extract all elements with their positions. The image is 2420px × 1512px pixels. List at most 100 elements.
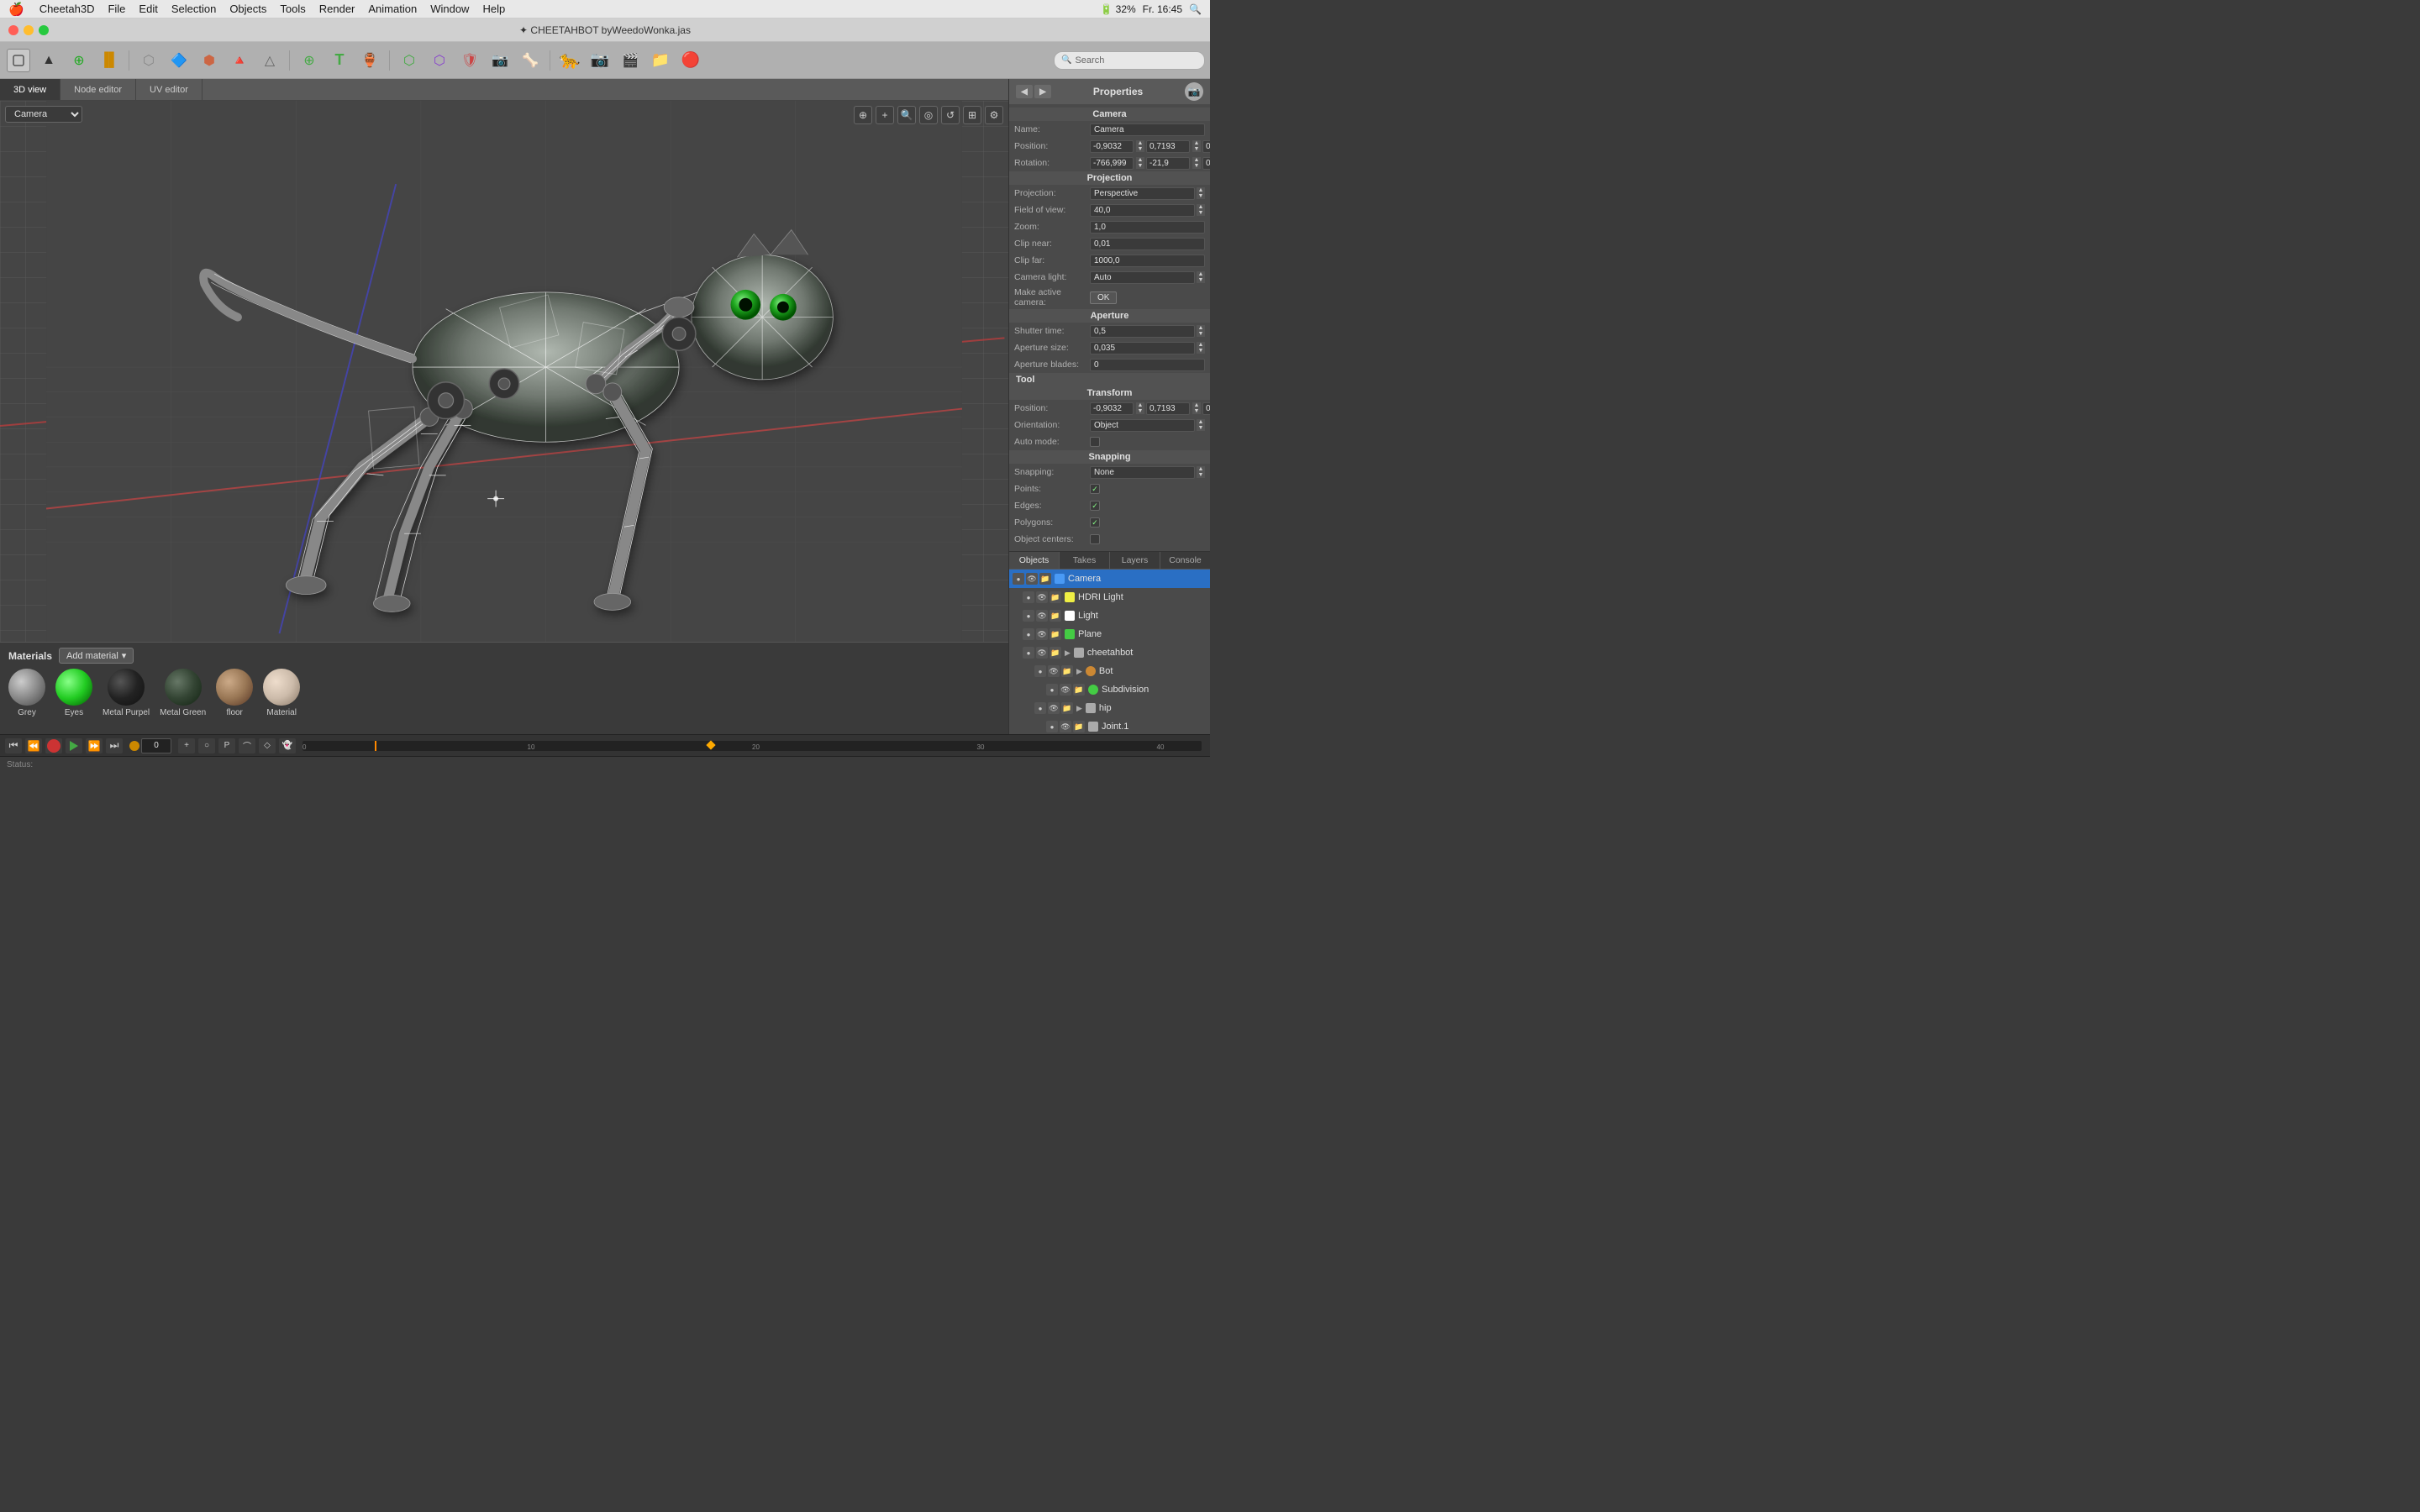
- as-up[interactable]: ▲: [1197, 342, 1205, 348]
- t-pos-y[interactable]: 0,7193: [1146, 402, 1190, 415]
- spotlight-icon[interactable]: 🔍: [1189, 3, 1202, 15]
- material-btn[interactable]: 🏺: [356, 47, 383, 74]
- step-fwd-btn[interactable]: ⏩: [86, 738, 103, 753]
- fov-up[interactable]: ▲: [1197, 204, 1205, 210]
- rot-y-value[interactable]: -21,9: [1146, 157, 1190, 170]
- auto-mode-checkbox[interactable]: [1090, 437, 1100, 447]
- sh-down[interactable]: ▼: [1197, 331, 1205, 337]
- rig-btn[interactable]: 🦴: [517, 47, 544, 74]
- add-object-btn[interactable]: ⊕: [296, 47, 323, 74]
- material-item-metal-green[interactable]: Metal Green: [160, 669, 206, 717]
- sh-up[interactable]: ▲: [1197, 325, 1205, 331]
- text-btn[interactable]: T: [326, 47, 353, 74]
- proj-down[interactable]: ▼: [1197, 193, 1205, 199]
- arrow-tool-btn[interactable]: ▲: [35, 47, 62, 74]
- nav-back-btn[interactable]: ◀: [1016, 85, 1033, 98]
- pos-x-value[interactable]: -0,9032: [1090, 140, 1134, 153]
- clip-near-value[interactable]: 0,01: [1090, 238, 1205, 250]
- menu-help[interactable]: Help: [476, 3, 512, 15]
- pos-y-value[interactable]: 0,7193: [1146, 140, 1190, 153]
- search-bar[interactable]: 🔍 Search: [1054, 51, 1205, 70]
- modifier-btn[interactable]: ⬡: [396, 47, 423, 74]
- zoom-value[interactable]: 1,0: [1090, 221, 1205, 234]
- cheetahbot-vis-icon[interactable]: ●: [1023, 647, 1034, 659]
- hip-folder-icon[interactable]: 📁: [1061, 702, 1073, 714]
- sn-down[interactable]: ▼: [1197, 472, 1205, 478]
- deform-btn[interactable]: ⬡: [426, 47, 453, 74]
- obj-centers-checkbox[interactable]: [1090, 534, 1100, 544]
- bot-folder-icon[interactable]: 📁: [1061, 665, 1073, 677]
- t-pos-y-down[interactable]: ▼: [1192, 408, 1201, 414]
- obj-item-joint1[interactable]: ● 👁 📁 Joint.1: [1009, 717, 1210, 734]
- polygons-checkbox[interactable]: ✓: [1090, 517, 1100, 528]
- obj-item-light[interactable]: ● 👁 📁 Light: [1009, 606, 1210, 625]
- pos-y-down[interactable]: ▼: [1192, 146, 1201, 152]
- t-pos-z[interactable]: 0,8883: [1202, 402, 1210, 415]
- camera-render-icon[interactable]: 👁: [1026, 573, 1038, 585]
- pos-z-value[interactable]: 0,8883: [1202, 140, 1210, 153]
- t-pos-y-up[interactable]: ▲: [1192, 402, 1201, 408]
- camera-vis-icon[interactable]: ●: [1013, 573, 1024, 585]
- step-back-btn[interactable]: ⏪: [25, 738, 42, 753]
- camera-folder-icon[interactable]: 📁: [1039, 573, 1051, 585]
- menu-render[interactable]: Render: [313, 3, 362, 15]
- dope-btn[interactable]: ◇: [259, 738, 276, 753]
- key-mode-btn[interactable]: P: [218, 738, 235, 753]
- frame-input[interactable]: [141, 738, 171, 753]
- hdri-folder-icon[interactable]: 📁: [1050, 591, 1061, 603]
- tab-objects[interactable]: Objects: [1009, 552, 1060, 569]
- add-material-button[interactable]: Add material ▾: [59, 648, 134, 664]
- obj-item-subdivision[interactable]: ● 👁 📁 Subdivision: [1009, 680, 1210, 699]
- menu-window[interactable]: Window: [424, 3, 476, 15]
- material-item-floor[interactable]: floor: [216, 669, 253, 717]
- cheetahbot-folder-icon[interactable]: 📁: [1050, 647, 1061, 659]
- material-item-material[interactable]: Material: [263, 669, 300, 717]
- pos-x-down[interactable]: ▼: [1136, 146, 1144, 152]
- hdri-render-icon[interactable]: 👁: [1036, 591, 1048, 603]
- aperture-blades-value[interactable]: 0: [1090, 359, 1205, 371]
- sn-up[interactable]: ▲: [1197, 466, 1205, 472]
- record-btn[interactable]: [45, 738, 62, 753]
- cheetah-logo-btn[interactable]: 🐆: [556, 47, 583, 74]
- subdiv-render-icon[interactable]: 👁: [1060, 684, 1071, 696]
- menu-edit[interactable]: Edit: [132, 3, 164, 15]
- add-btn[interactable]: +: [876, 106, 894, 124]
- light-render-icon[interactable]: 👁: [1036, 610, 1048, 622]
- name-value[interactable]: Camera: [1090, 123, 1205, 136]
- obj-item-plane[interactable]: ● 👁 📁 Plane: [1009, 625, 1210, 643]
- plane-render-icon[interactable]: 👁: [1036, 628, 1048, 640]
- obj-item-hip[interactable]: ● 👁 📁 ▶ hip: [1009, 699, 1210, 717]
- menu-animation[interactable]: Animation: [361, 3, 424, 15]
- hip-expand-icon[interactable]: ▶: [1076, 704, 1082, 713]
- fov-down[interactable]: ▼: [1197, 210, 1205, 216]
- tab-console[interactable]: Console: [1160, 552, 1210, 569]
- menu-tools[interactable]: Tools: [273, 3, 312, 15]
- tab-uv-editor[interactable]: UV editor: [136, 79, 203, 100]
- 3d-viewport[interactable]: Camera Perspective Top Front Right ⊕ + 🔍…: [0, 101, 1008, 642]
- subdiv-vis-icon[interactable]: ●: [1046, 684, 1058, 696]
- rot-y-down[interactable]: ▼: [1192, 163, 1201, 169]
- fit-btn[interactable]: ↺: [941, 106, 960, 124]
- add-key-btn[interactable]: +: [178, 738, 195, 753]
- camera-light-value[interactable]: Auto: [1090, 271, 1195, 284]
- bot-render-icon[interactable]: 👁: [1048, 665, 1060, 677]
- shield-btn[interactable]: 🛡: [456, 47, 483, 74]
- joint1-vis-icon[interactable]: ●: [1046, 721, 1058, 732]
- close-button[interactable]: [8, 25, 18, 35]
- bot-vis-icon[interactable]: ●: [1034, 665, 1046, 677]
- or-down[interactable]: ▼: [1197, 425, 1205, 431]
- zoom-out-btn[interactable]: ◎: [919, 106, 938, 124]
- apple-menu[interactable]: 🍎: [0, 2, 33, 17]
- settings-btn[interactable]: ⚙: [985, 106, 1003, 124]
- obj-item-camera[interactable]: ● 👁 📁 Camera: [1009, 570, 1210, 588]
- camera-dropdown[interactable]: Camera Perspective Top Front Right: [5, 106, 82, 123]
- cube-btn[interactable]: ⬡: [135, 47, 162, 74]
- shutter-value[interactable]: 0,5: [1090, 325, 1195, 338]
- hdri-vis-icon[interactable]: ●: [1023, 591, 1034, 603]
- edges-checkbox[interactable]: ✓: [1090, 501, 1100, 511]
- menu-cheetah3d[interactable]: Cheetah3D: [33, 3, 102, 15]
- cheetahbot-render-icon[interactable]: 👁: [1036, 647, 1048, 659]
- cl-up[interactable]: ▲: [1197, 271, 1205, 277]
- orientation-value[interactable]: Object: [1090, 419, 1195, 432]
- maximize-button[interactable]: [39, 25, 49, 35]
